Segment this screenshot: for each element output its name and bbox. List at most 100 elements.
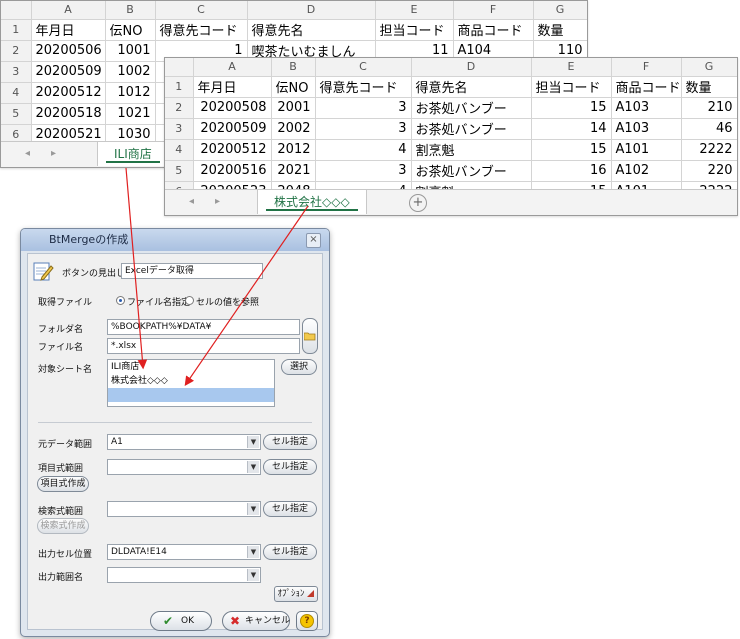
tab-kabushiki-kaisha[interactable]: 株式会社◇◇◇ [257, 190, 367, 214]
cell[interactable]: 割烹魁 [411, 139, 532, 161]
column-header[interactable]: A [31, 1, 106, 20]
search-formula-cell-button[interactable]: セル指定 [263, 501, 317, 517]
column-header[interactable]: F [611, 58, 682, 77]
cell[interactable]: 15 [531, 139, 612, 161]
cell[interactable]: 年月日 [31, 19, 106, 41]
cell[interactable]: 2021 [271, 160, 316, 182]
browse-folder-button[interactable] [302, 318, 318, 354]
chevron-down-icon[interactable]: ▼ [247, 461, 259, 473]
column-header[interactable]: A [193, 58, 272, 77]
select-all-corner[interactable] [165, 58, 194, 77]
cell[interactable]: 3 [315, 118, 412, 140]
column-header[interactable]: C [315, 58, 412, 77]
output-range-combo[interactable]: ▼ [107, 567, 261, 583]
cell[interactable]: 得意先名 [411, 76, 532, 98]
cell[interactable]: A102 [611, 160, 682, 182]
cell[interactable]: 年月日 [193, 76, 272, 98]
column-header[interactable]: G [681, 58, 737, 77]
chevron-down-icon[interactable]: ▼ [247, 436, 259, 448]
item-formula-cell-button[interactable]: セル指定 [263, 459, 317, 475]
column-header[interactable]: B [105, 1, 156, 20]
cell[interactable]: 20200516 [193, 160, 272, 182]
cell[interactable]: 得意先コード [315, 76, 412, 98]
item-formula-combo[interactable]: ▼ [107, 459, 261, 475]
column-header[interactable]: C [155, 1, 248, 20]
cell[interactable]: 2002 [271, 118, 316, 140]
cell[interactable]: 46 [681, 118, 737, 140]
folder-field[interactable]: %BOOKPATH%¥DATA¥ [107, 319, 300, 335]
cell[interactable]: 得意先名 [247, 19, 376, 41]
column-header[interactable]: E [531, 58, 612, 77]
chevron-down-icon[interactable]: ▼ [247, 503, 259, 515]
cell[interactable]: 1001 [105, 40, 156, 62]
cell[interactable]: お茶処バンブー [411, 118, 532, 140]
cell[interactable]: 3 [315, 160, 412, 182]
column-header[interactable]: E [375, 1, 454, 20]
cell[interactable]: 2222 [681, 139, 737, 161]
cell[interactable]: 担当コード [531, 76, 612, 98]
radio-filename[interactable] [116, 296, 125, 305]
row-header[interactable]: 2 [165, 97, 194, 119]
row-header[interactable]: 2 [1, 40, 32, 62]
tab-ili-shop[interactable]: ILI商店 [97, 142, 169, 166]
cell[interactable]: 16 [531, 160, 612, 182]
add-sheet-icon[interactable]: + [409, 194, 427, 212]
row-header[interactable]: 5 [1, 103, 32, 125]
cell[interactable]: 14 [531, 118, 612, 140]
cell[interactable]: 20200509 [31, 61, 106, 83]
option-button[interactable]: ｵﾌﾟｼｮﾝ [274, 586, 318, 602]
target-sheet-list[interactable]: ILI商店 株式会社◇◇◇ [107, 359, 275, 407]
ok-button[interactable]: ✔ OK [150, 611, 212, 631]
column-header[interactable]: B [271, 58, 316, 77]
row-header[interactable]: 4 [1, 82, 32, 104]
cell[interactable]: 220 [681, 160, 737, 182]
cell[interactable]: 数量 [533, 19, 587, 41]
dialog-titlebar[interactable]: BtMergeの作成 × [21, 229, 329, 251]
column-header[interactable]: F [453, 1, 534, 20]
column-header[interactable]: D [247, 1, 376, 20]
cell[interactable]: 得意先コード [155, 19, 248, 41]
file-field[interactable]: *.xlsx [107, 338, 300, 354]
cell[interactable]: 1021 [105, 103, 156, 125]
cell[interactable]: 商品コード [453, 19, 534, 41]
cell[interactable]: 4 [315, 139, 412, 161]
chevron-down-icon[interactable]: ▼ [247, 569, 259, 581]
cell[interactable]: 20200509 [193, 118, 272, 140]
row-header[interactable]: 1 [1, 19, 32, 41]
row-header[interactable]: 1 [165, 76, 194, 98]
tab-scroll-right-icon[interactable]: ▸ [215, 196, 220, 207]
cell[interactable]: 20200512 [31, 82, 106, 104]
cancel-button[interactable]: ✖ キャンセル [222, 611, 290, 631]
cell[interactable]: A103 [611, 118, 682, 140]
cell[interactable]: 商品コード [611, 76, 682, 98]
chevron-down-icon[interactable]: ▼ [247, 546, 259, 558]
row-header[interactable]: 5 [165, 160, 194, 182]
target-sheet-item[interactable]: ILI商店 [108, 360, 274, 374]
close-icon[interactable]: × [306, 233, 321, 248]
row-header[interactable]: 3 [1, 61, 32, 83]
tab-scroll-left-icon[interactable]: ◂ [25, 148, 30, 159]
target-sheet-item[interactable]: 株式会社◇◇◇ [108, 374, 274, 388]
output-cell-combo[interactable]: DLDATA!E14 ▼ [107, 544, 261, 560]
cell[interactable]: A103 [611, 97, 682, 119]
cell[interactable]: 20200512 [193, 139, 272, 161]
row-header[interactable]: 4 [165, 139, 194, 161]
cell[interactable]: 担当コード [375, 19, 454, 41]
cell[interactable]: 2001 [271, 97, 316, 119]
cell[interactable]: 20200508 [193, 97, 272, 119]
cell[interactable]: 3 [315, 97, 412, 119]
cell[interactable]: 2012 [271, 139, 316, 161]
cell[interactable]: 210 [681, 97, 737, 119]
search-formula-combo[interactable]: ▼ [107, 501, 261, 517]
cell[interactable]: 20200506 [31, 40, 106, 62]
cell[interactable]: お茶処バンブー [411, 97, 532, 119]
radio-cell-value[interactable] [185, 296, 194, 305]
cell[interactable]: 1002 [105, 61, 156, 83]
cell[interactable]: A101 [611, 139, 682, 161]
output-cell-button[interactable]: セル指定 [263, 544, 317, 560]
cell[interactable]: 伝NO [271, 76, 316, 98]
button-caption-field[interactable]: Excelデータ取得 [121, 263, 263, 279]
item-formula-create-button[interactable]: 項目式作成 [37, 476, 89, 492]
cell[interactable]: 1012 [105, 82, 156, 104]
column-header[interactable]: D [411, 58, 532, 77]
